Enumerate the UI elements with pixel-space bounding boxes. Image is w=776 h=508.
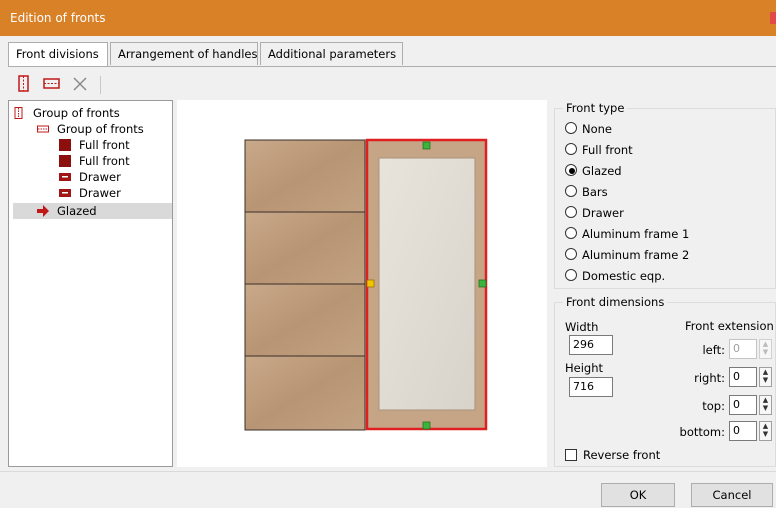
extension-top-label: top: xyxy=(702,399,725,413)
front-preview xyxy=(177,100,547,467)
front-dimensions-group: Front dimensions Width 296 Height 716 Fr… xyxy=(554,295,776,467)
front-type-group: Front type None Full front Glazed Bars D… xyxy=(554,101,776,289)
height-field[interactable]: 716 xyxy=(569,377,613,397)
radio-label: Aluminum frame 1 xyxy=(582,227,690,241)
tree-item[interactable]: Drawer xyxy=(59,185,159,201)
properties-panel: Front type None Full front Glazed Bars D… xyxy=(550,100,776,467)
tree-item-label: Group of fronts xyxy=(57,122,144,136)
window-title: Edition of fronts xyxy=(10,11,106,25)
width-label: Width xyxy=(565,320,599,334)
add-horizontal-division-icon[interactable] xyxy=(42,74,62,94)
tab-underline xyxy=(8,66,776,67)
delete-icon[interactable] xyxy=(70,74,90,94)
arrow-icon xyxy=(37,205,49,217)
extension-left-field: 0 xyxy=(729,339,757,359)
tree-item[interactable]: Group of fronts xyxy=(13,105,163,121)
front-tree: Group of fronts Group of fronts Full fro… xyxy=(8,100,173,467)
resize-handle-top xyxy=(422,141,431,150)
reverse-front-label: Reverse front xyxy=(583,448,661,462)
radio-label: Full front xyxy=(582,143,633,157)
radio-circle xyxy=(565,269,577,281)
front-dimensions-title: Front dimensions xyxy=(563,295,668,309)
front-type-title: Front type xyxy=(563,101,628,115)
full-front-icon xyxy=(59,139,71,151)
drawer-panel-1 xyxy=(244,283,366,357)
radio-label: Drawer xyxy=(582,206,624,220)
extension-top-field[interactable]: 0 xyxy=(729,395,757,415)
drawer-icon xyxy=(59,187,71,199)
resize-handle-left xyxy=(366,279,375,288)
tree-item-label: Drawer xyxy=(79,170,121,184)
radio-label: Domestic eqp. xyxy=(582,269,666,283)
extension-right-spinner[interactable]: ▲ ▼ xyxy=(759,367,772,387)
tab-arrangement-of-handles[interactable]: Arrangement of handles xyxy=(110,42,258,65)
extension-right-field[interactable]: 0 xyxy=(729,367,757,387)
radio-label: None xyxy=(582,122,613,136)
tree-item[interactable]: Full front xyxy=(59,153,159,169)
tree-item-label: Group of fronts xyxy=(33,106,120,120)
toolbar-separator xyxy=(100,76,101,94)
extension-left-label: left: xyxy=(702,343,725,357)
tree-item[interactable]: Full front xyxy=(59,137,159,153)
radio-label: Aluminum frame 2 xyxy=(582,248,690,262)
radio-circle xyxy=(565,122,577,134)
horizontal-group-icon xyxy=(37,123,49,135)
glazed-front-glass xyxy=(378,157,476,411)
reverse-front-checkbox[interactable] xyxy=(565,449,577,461)
extension-bottom-field[interactable]: 0 xyxy=(729,421,757,441)
radio-circle xyxy=(565,206,577,218)
tree-item-label: Glazed xyxy=(57,204,97,218)
tree-item-label: Full front xyxy=(79,154,130,168)
extension-bottom-spinner[interactable]: ▲ ▼ xyxy=(759,421,772,441)
width-field[interactable]: 296 xyxy=(569,335,613,355)
drawer-icon xyxy=(59,171,71,183)
vertical-group-icon xyxy=(13,107,25,119)
tree-item-selected[interactable]: Glazed xyxy=(13,203,172,219)
full-front-panel-1 xyxy=(244,139,366,213)
extension-right-label: right: xyxy=(694,371,725,385)
drawer-panel-2 xyxy=(244,355,366,431)
radio-circle xyxy=(565,248,577,260)
radio-circle xyxy=(565,227,577,239)
footer-divider xyxy=(0,471,776,472)
ok-button[interactable]: OK xyxy=(601,483,675,507)
radio-label: Bars xyxy=(582,185,608,199)
resize-handle-right xyxy=(478,279,487,288)
tree-item-label: Drawer xyxy=(79,186,121,200)
extension-top-spinner[interactable]: ▲ ▼ xyxy=(759,395,772,415)
tree-item[interactable]: Drawer xyxy=(59,169,159,185)
add-vertical-division-icon[interactable] xyxy=(14,74,34,94)
tree-item[interactable]: Group of fronts xyxy=(37,121,167,137)
full-front-panel-2 xyxy=(244,211,366,285)
close-button[interactable] xyxy=(770,12,776,24)
radio-label: Glazed xyxy=(582,164,622,178)
extension-bottom-label: bottom: xyxy=(679,425,725,439)
full-front-icon xyxy=(59,155,71,167)
radio-circle xyxy=(565,185,577,197)
extension-left-spinner: ▲ ▼ xyxy=(759,339,772,359)
tab-additional-parameters[interactable]: Additional parameters xyxy=(260,42,403,65)
title-bar: Edition of fronts xyxy=(0,0,776,36)
height-label: Height xyxy=(565,361,604,375)
resize-handle-bottom xyxy=(422,421,431,430)
cancel-button[interactable]: Cancel xyxy=(691,483,773,507)
front-preview-drawing xyxy=(244,138,488,431)
tab-front-divisions[interactable]: Front divisions xyxy=(8,42,108,67)
tree-item-label: Full front xyxy=(79,138,130,152)
radio-circle xyxy=(565,143,577,155)
radio-circle-selected xyxy=(565,164,577,176)
front-extension-label: Front extension xyxy=(685,319,774,333)
